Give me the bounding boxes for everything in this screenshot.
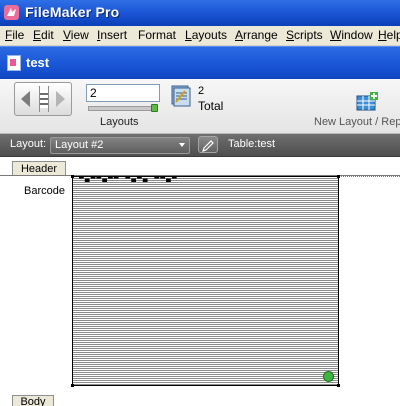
menu-insert[interactable]: Insert [97, 28, 127, 42]
filemaker-app-icon [4, 5, 19, 20]
layouts-label: Layouts [100, 116, 139, 128]
total-label: Total [198, 99, 224, 113]
table-label: Table:test [228, 138, 276, 150]
layout-canvas[interactable]: Header Barcode ▀▄▀▀▄▀▀ ▀▄▀▄ ▀▀▄▀ Body [0, 157, 400, 406]
menu-scripts[interactable]: Scripts [286, 28, 323, 42]
menu-arrange[interactable]: Arrange [235, 28, 278, 42]
header-part-tab[interactable]: Header [12, 161, 66, 176]
menu-file[interactable]: File [5, 28, 24, 42]
menu-help[interactable]: Help [378, 28, 400, 42]
menu-format[interactable]: Format [138, 28, 176, 42]
slider-thumb[interactable] [151, 104, 158, 112]
document-titlebar[interactable]: test [0, 46, 400, 79]
pencil-icon [202, 140, 214, 152]
records-total-icon [171, 85, 191, 107]
book-navigation-icon[interactable] [14, 82, 72, 116]
dotted-guide [338, 176, 400, 177]
menu-edit[interactable]: Edit [33, 28, 54, 42]
resize-handle[interactable] [71, 384, 74, 387]
resize-knob-icon[interactable] [323, 371, 334, 382]
previous-layout-button[interactable] [21, 91, 30, 107]
layout-select-value: Layout #2 [55, 139, 104, 151]
layout-number-input[interactable]: 2 [86, 84, 160, 102]
book-rings-icon [39, 86, 49, 112]
next-layout-button[interactable] [56, 91, 65, 107]
chevron-down-icon [179, 143, 185, 147]
document-icon [7, 55, 21, 71]
new-layout-label[interactable]: New Layout / Rep [314, 116, 400, 128]
new-layout-icon[interactable] [356, 92, 378, 112]
menu-window[interactable]: Window [330, 28, 373, 42]
resize-handle[interactable] [71, 175, 74, 178]
layout-label: Layout: [10, 138, 47, 150]
menu-view[interactable]: View [63, 28, 89, 42]
resize-handle[interactable] [337, 175, 340, 178]
resize-handle[interactable] [337, 384, 340, 387]
app-titlebar[interactable]: FileMaker Pro [0, 0, 400, 26]
barcode-text: ▀▄▀▀▄▀▀ ▀▄▀▄ ▀▀▄▀ [79, 177, 178, 182]
layout-select[interactable]: Layout #2 [50, 137, 190, 154]
layout-bar: Layout: Layout #2 Table:test [0, 134, 400, 157]
layout-slider[interactable] [88, 104, 158, 112]
menu-bar: File Edit View Insert Format Layouts Arr… [0, 26, 400, 46]
menu-layouts[interactable]: Layouts [185, 28, 227, 42]
barcode-field[interactable]: ▀▄▀▀▄▀▀ ▀▄▀▄ ▀▀▄▀ [71, 175, 340, 387]
barcode-field-label[interactable]: Barcode [24, 185, 65, 197]
body-part-tab[interactable]: Body [12, 395, 54, 406]
total-count: 2 [198, 85, 205, 97]
app-title: FileMaker Pro [25, 4, 120, 20]
status-toolbar: 2 Layouts 2 Total New Layout / Rep [0, 79, 400, 134]
edit-layout-button[interactable] [198, 136, 218, 153]
document-title: test [26, 55, 50, 70]
